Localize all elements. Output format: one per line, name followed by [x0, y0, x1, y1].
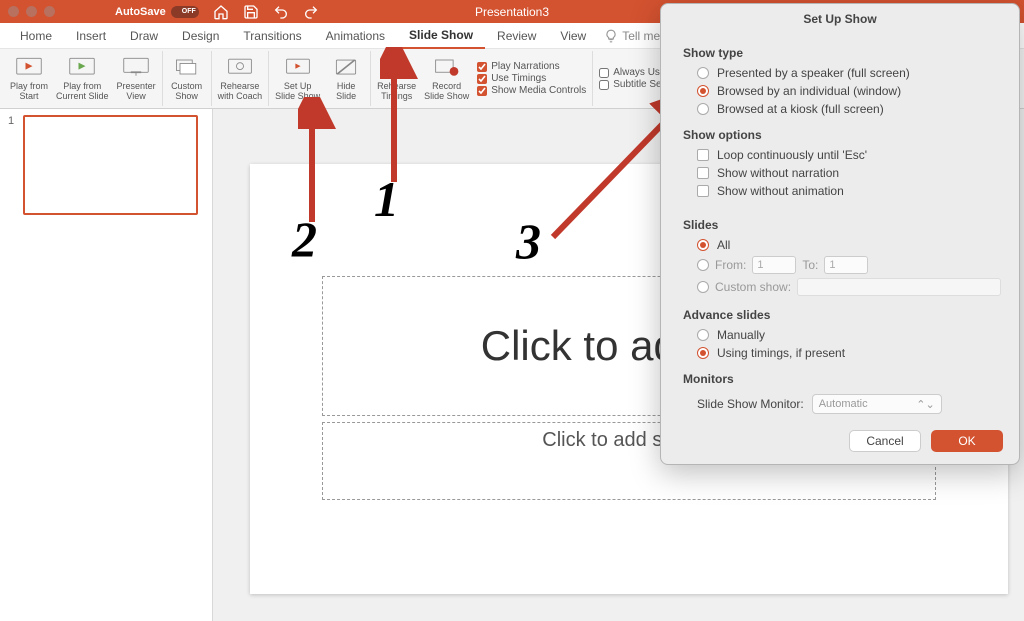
radio-icon [697, 67, 709, 79]
record-icon [433, 55, 461, 79]
redo-icon[interactable] [303, 4, 319, 20]
dialog-title: Set Up Show [661, 4, 1019, 32]
autosave-label: AutoSave [115, 6, 166, 18]
monitor-label: Slide Show Monitor: [697, 397, 804, 411]
record-slide-show-button[interactable]: Record Slide Show [420, 53, 473, 104]
minimize-window-icon[interactable] [26, 6, 37, 17]
custom-show-icon [173, 55, 201, 79]
presenter-view-button[interactable]: Presenter View [113, 53, 160, 104]
without-narration-checkbox[interactable]: Show without narration [683, 164, 1001, 182]
timings-icon [383, 55, 411, 79]
document-title: Presentation3 [475, 5, 549, 19]
cancel-button[interactable]: Cancel [849, 430, 921, 452]
advance-slides-heading: Advance slides [683, 308, 1001, 322]
monitor-select-row: Slide Show Monitor: Automatic ⌃⌄ [683, 390, 1001, 418]
window-controls [8, 6, 55, 17]
setup-icon [284, 55, 312, 79]
tab-animations[interactable]: Animations [314, 24, 397, 48]
set-up-slide-show-button[interactable]: Set Up Slide Show [271, 53, 324, 104]
tab-design[interactable]: Design [170, 24, 231, 48]
rehearse-timings-button[interactable]: Rehearse Timings [373, 53, 420, 104]
set-up-show-dialog: Set Up Show Show type Presented by a spe… [660, 3, 1020, 465]
from-spinner[interactable]: 1 [752, 256, 796, 274]
close-window-icon[interactable] [8, 6, 19, 17]
tab-insert[interactable]: Insert [64, 24, 118, 48]
show-type-speaker[interactable]: Presented by a speaker (full screen) [683, 64, 1001, 82]
chevron-updown-icon: ⌃⌄ [916, 398, 934, 411]
maximize-window-icon[interactable] [44, 6, 55, 17]
radio-selected-icon [697, 85, 709, 97]
to-spinner[interactable]: 1 [824, 256, 868, 274]
hide-slide-button[interactable]: Hide Slide [324, 53, 368, 104]
tell-me-search[interactable]: Tell me [604, 29, 660, 43]
slide-number: 1 [8, 115, 18, 215]
titlebar-quickaccess [213, 4, 319, 20]
subtitle-settings-checkbox[interactable]: Subtitle Se [599, 79, 665, 90]
monitors-heading: Monitors [683, 372, 1001, 386]
show-type-individual[interactable]: Browsed by an individual (window) [683, 82, 1001, 100]
always-use-checkbox[interactable]: Always Use [599, 67, 665, 78]
checkbox-icon [697, 167, 709, 179]
play-narrations-checkbox[interactable]: Play Narrations [477, 61, 586, 72]
home-icon[interactable] [213, 4, 229, 20]
presenter-icon [122, 55, 150, 79]
play-from-start-button[interactable]: Play from Start [6, 53, 52, 104]
save-icon[interactable] [243, 4, 259, 20]
radio-icon [697, 103, 709, 115]
play-from-current-button[interactable]: Play from Current Slide [52, 53, 113, 104]
custom-show-select[interactable] [797, 278, 1001, 296]
thumbnail-row[interactable]: 1 [8, 115, 204, 215]
coach-icon [226, 55, 254, 79]
tab-transitions[interactable]: Transitions [231, 24, 313, 48]
rehearse-coach-button[interactable]: Rehearse with Coach [214, 53, 267, 104]
custom-show-radio[interactable]: Custom show: [683, 276, 1001, 298]
annotation-number-3: 3 [516, 212, 541, 270]
slides-all-radio[interactable]: All [683, 236, 1001, 254]
radio-icon [697, 329, 709, 341]
annotation-number-1: 1 [374, 170, 399, 228]
slides-from-radio[interactable]: From: 1 To: 1 [683, 254, 1001, 276]
slide-thumbnail-panel: 1 [0, 109, 213, 621]
advance-timings-radio[interactable]: Using timings, if present [683, 344, 1001, 362]
annotation-number-2: 2 [292, 210, 317, 268]
custom-show-button[interactable]: Custom Show [165, 53, 209, 104]
tab-home[interactable]: Home [8, 24, 64, 48]
lightbulb-icon [604, 29, 618, 43]
play-current-icon [68, 55, 96, 79]
show-options-heading: Show options [683, 128, 1001, 142]
hide-slide-icon [332, 55, 360, 79]
slides-heading: Slides [683, 218, 1001, 232]
advance-manually-radio[interactable]: Manually [683, 326, 1001, 344]
tab-review[interactable]: Review [485, 24, 548, 48]
radio-selected-icon [697, 347, 709, 359]
tab-slide-show[interactable]: Slide Show [397, 23, 485, 49]
show-media-controls-checkbox[interactable]: Show Media Controls [477, 85, 586, 96]
slide-thumbnail[interactable] [23, 115, 198, 215]
show-type-heading: Show type [683, 46, 1001, 60]
autosave-toggle[interactable]: OFF [171, 6, 199, 18]
autosave-control[interactable]: AutoSave OFF [115, 6, 199, 18]
tab-draw[interactable]: Draw [118, 24, 170, 48]
tab-view[interactable]: View [548, 24, 598, 48]
show-type-kiosk[interactable]: Browsed at a kiosk (full screen) [683, 100, 1001, 118]
checkbox-icon [697, 185, 709, 197]
radio-selected-icon [697, 239, 709, 251]
radio-icon [697, 281, 709, 293]
monitor-select[interactable]: Automatic ⌃⌄ [812, 394, 942, 414]
loop-continuously-checkbox[interactable]: Loop continuously until 'Esc' [683, 146, 1001, 164]
use-timings-checkbox[interactable]: Use Timings [477, 73, 586, 84]
play-start-icon [15, 55, 43, 79]
undo-icon[interactable] [273, 4, 289, 20]
ok-button[interactable]: OK [931, 430, 1003, 452]
without-animation-checkbox[interactable]: Show without animation [683, 182, 1001, 200]
radio-icon [697, 259, 709, 271]
checkbox-icon [697, 149, 709, 161]
